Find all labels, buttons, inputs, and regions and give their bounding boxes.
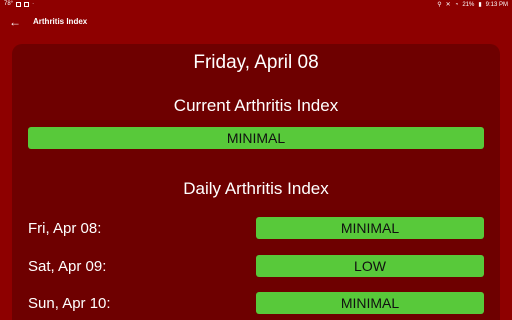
day-level: LOW [354, 258, 386, 274]
daily-index-heading: Daily Arthritis Index [183, 179, 329, 198]
day-level: MINIMAL [340, 220, 400, 236]
day-level: MINIMAL [340, 295, 400, 311]
location-icon: ⚲ [437, 2, 442, 8]
day-label: Fri, Apr 08: [28, 220, 102, 237]
status-bar: 78° · ⚲ ✕ ◔ 21% ▮ 9:13 PM [0, 0, 512, 10]
app-title: Arthritis Index [33, 17, 88, 26]
clock: 9:13 PM [485, 1, 508, 8]
day-label: Sun, Apr 10: [28, 295, 111, 312]
temperature-text: 78° [4, 1, 14, 7]
day-level-bar: MINIMAL [256, 217, 484, 239]
current-index-bar: MINIMAL [28, 127, 484, 149]
battery-percent: 21% [462, 1, 475, 8]
dot-icon: · [32, 1, 35, 7]
status-left: 78° · [4, 1, 34, 7]
back-arrow-icon[interactable]: ← [8, 15, 22, 29]
day-label: Sat, Apr 09: [28, 258, 107, 275]
image-icon [24, 1, 30, 7]
battery-icon: ▮ [478, 2, 482, 8]
status-right: ⚲ ✕ ◔ 21% ▮ 9:13 PM [437, 1, 508, 9]
app-bar: ← Arthritis Index [0, 10, 512, 36]
current-index-level: MINIMAL [226, 130, 286, 146]
day-level-bar: MINIMAL [256, 292, 484, 314]
current-index-heading: Current Arthritis Index [173, 96, 339, 115]
index-card: Friday, April 08 Current Arthritis Index… [12, 44, 500, 320]
mute-icon: ✕ [445, 2, 451, 8]
wifi-icon: ◔ [454, 1, 459, 8]
day-level-bar: LOW [256, 255, 484, 277]
notification-icon [16, 1, 22, 7]
date-heading: Friday, April 08 [193, 52, 319, 73]
